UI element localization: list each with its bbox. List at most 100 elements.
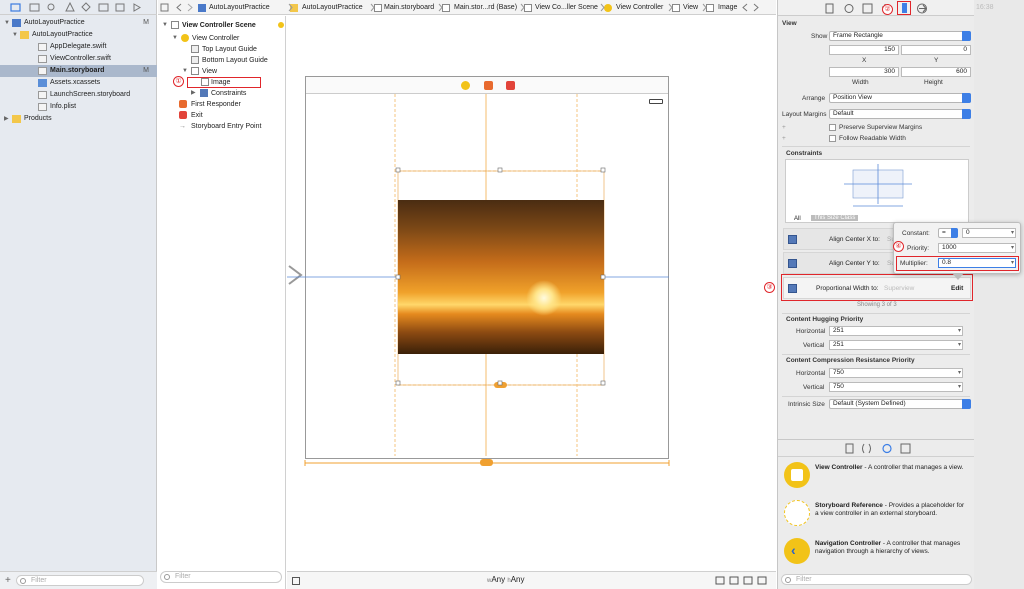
navigator-item[interactable]: LaunchScreen.storyboard — [0, 89, 157, 101]
constraints-tab-size-class[interactable]: This Size Class — [811, 215, 859, 221]
disclosure-open-icon[interactable]: ▼ — [162, 20, 168, 31]
stepper-icon[interactable]: ▾ — [958, 369, 961, 377]
document-outline: ▼ View Controller Scene ▼ View Controlle… — [158, 16, 286, 589]
stepper-icon[interactable]: ▾ — [958, 383, 961, 391]
inspector-tab-icons[interactable] — [823, 3, 933, 14]
arrange-label: Arrange — [802, 95, 826, 102]
popup-arrow-icon — [962, 93, 971, 103]
add-icon[interactable]: + — [5, 575, 11, 586]
divider — [782, 146, 970, 147]
navigator-item[interactable]: Main.storyboard M — [0, 65, 157, 77]
storyboard-canvas[interactable] — [287, 16, 776, 571]
divider — [778, 439, 975, 440]
stepper-icon[interactable]: ▾ — [958, 341, 961, 349]
library-filter-input[interactable]: Filter — [781, 574, 972, 585]
library-item-storyboard-reference[interactable]: Storyboard Reference - Provides a placeh… — [784, 496, 972, 534]
navigator-item[interactable]: AppDelegate.swift — [0, 41, 157, 53]
disclosure-open-icon[interactable]: ▼ — [182, 66, 188, 77]
constant-label: Constant: — [902, 230, 930, 237]
project-navigator: ▼ AutoLayoutPractice M ▼ AutoLayoutPractice A… — [0, 0, 157, 589]
navigator-tab-icons[interactable] — [0, 0, 157, 15]
plus-icon[interactable]: + — [782, 124, 786, 131]
divider — [782, 313, 970, 314]
comp-vertical-label: Vertical — [803, 384, 825, 391]
stepper-icon[interactable]: ▾ — [958, 327, 961, 335]
navigation-controller-icon — [784, 538, 810, 564]
popup-arrow-icon — [962, 109, 971, 119]
library-item-navigation-controller[interactable]: ‹ Navigation Controller - A controller t… — [784, 534, 972, 572]
readable-width-checkbox[interactable] — [829, 135, 836, 142]
storyboard-file-icon — [38, 91, 47, 99]
layout-margins-popup[interactable]: Default — [829, 109, 971, 119]
stepper-icon[interactable]: ▾ — [1011, 229, 1014, 237]
constraints-diagram-shape — [844, 164, 912, 207]
priority-label: Priority: — [907, 245, 930, 252]
annotation-box-image — [187, 77, 261, 88]
popup-arrow-icon — [962, 31, 971, 41]
outline-toggle-icon[interactable] — [292, 577, 300, 585]
comp-horizontal-label: Horizontal — [796, 370, 826, 377]
annotation-number-2: ② — [882, 4, 893, 15]
navigator-item[interactable]: ViewController.swift — [0, 53, 157, 65]
hug-horizontal-field[interactable]: 251 ▾ — [829, 326, 963, 336]
navigator-item-label: Assets.xcassets — [50, 79, 101, 86]
comp-vertical-field[interactable]: 750 ▾ — [829, 382, 963, 392]
navigator-item[interactable]: Info.plist — [0, 101, 157, 113]
section-view-title: View — [782, 20, 797, 27]
navigator-item[interactable]: ▶ Products — [0, 113, 157, 125]
y-field[interactable]: 0 — [901, 45, 971, 55]
annotation-box-proportional-width — [781, 274, 973, 301]
hug-horizontal-label: Horizontal — [796, 328, 826, 335]
breadcrumb-separators — [288, 3, 707, 12]
constant-field[interactable]: 0 ▾ — [962, 228, 1016, 238]
inspector-pane: ② View Show Frame Rectangle 150 0 X Y 30… — [777, 0, 975, 589]
disclosure-closed-icon[interactable]: ▶ — [191, 88, 196, 99]
constraints-tab-all[interactable]: All — [794, 216, 801, 222]
priority-field[interactable]: 1000 ▾ — [938, 243, 1016, 253]
storyboard-file-icon — [38, 67, 47, 75]
navigator-filter-bar: + Filter — [0, 571, 157, 589]
filter-icon — [785, 577, 791, 583]
resize-handles[interactable] — [287, 16, 776, 571]
constraints-diagram[interactable]: All This Size Class — [785, 159, 969, 223]
show-popup[interactable]: Frame Rectangle — [829, 31, 971, 41]
library-tab-icons[interactable] — [844, 443, 916, 454]
size-class-selector[interactable]: wAny hAny — [487, 575, 525, 584]
height-field[interactable]: 600 — [901, 67, 971, 77]
divider — [782, 354, 970, 355]
show-label: Show — [811, 33, 828, 40]
width-field[interactable]: 300 — [829, 67, 899, 77]
disclosure-open-icon[interactable]: ▼ — [12, 29, 18, 41]
arrange-popup[interactable]: Position View — [829, 93, 971, 103]
storyboard-reference-icon — [784, 500, 810, 526]
x-field[interactable]: 150 — [829, 45, 899, 55]
relation-popup[interactable]: = — [938, 228, 958, 238]
plus-icon[interactable]: + — [782, 135, 786, 142]
hug-vertical-field[interactable]: 251 ▾ — [829, 340, 963, 350]
navigator-item-label: Main.storyboard — [50, 67, 105, 74]
preserve-margins-checkbox[interactable] — [829, 124, 836, 131]
disclosure-open-icon[interactable]: ▼ — [172, 33, 178, 44]
layout-guide-icon — [191, 56, 199, 64]
navigator-item-label: AutoLayoutPractice — [24, 19, 85, 26]
constraints-section-title: Constraints — [786, 150, 823, 157]
layout-margins-label: Layout Margins — [782, 111, 827, 118]
outline-filter-input[interactable]: Filter — [160, 571, 282, 583]
navigator-item[interactable]: ▼ AutoLayoutPractice M — [0, 17, 157, 29]
disclosure-closed-icon[interactable]: ▶ — [4, 113, 9, 125]
y-label: Y — [934, 57, 939, 64]
swift-file-icon — [38, 55, 47, 63]
assets-icon — [38, 79, 47, 87]
width-label: Width — [852, 79, 869, 86]
navigator-item[interactable]: Assets.xcassets — [0, 77, 157, 89]
disclosure-open-icon[interactable]: ▼ — [4, 17, 10, 29]
layout-tool-icons[interactable] — [714, 576, 774, 586]
first-responder-icon — [179, 100, 187, 108]
navigator-item[interactable]: ▼ AutoLayoutPractice — [0, 29, 157, 41]
comp-horizontal-field[interactable]: 750 ▾ — [829, 368, 963, 378]
annotation-box-size-inspector — [897, 1, 911, 15]
navigator-filter-input[interactable]: Filter — [16, 575, 144, 586]
library-item-view-controller[interactable]: View Controller - A controller that mana… — [784, 458, 972, 496]
stepper-icon[interactable]: ▾ — [1011, 244, 1014, 252]
intrinsic-size-popup[interactable]: Default (System Defined) — [829, 399, 971, 409]
